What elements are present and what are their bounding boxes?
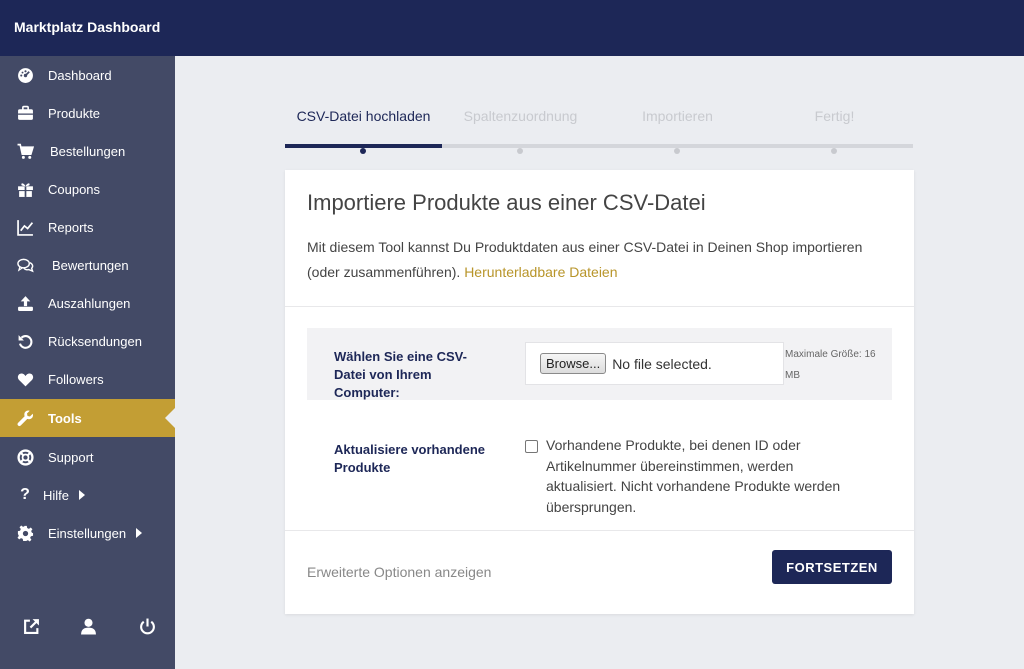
- browse-button[interactable]: Browse...: [540, 353, 607, 374]
- cart-icon: [15, 141, 35, 161]
- update-label: Aktualisiere vorhandene Produkte: [334, 442, 485, 475]
- chart-line-icon: [15, 217, 35, 237]
- sidebar-item-hilfe[interactable]: ? Hilfe: [0, 476, 175, 514]
- dashboard-icon: [15, 65, 35, 85]
- external-link-icon[interactable]: [21, 616, 41, 636]
- step-import: Importieren: [642, 108, 713, 124]
- continue-button[interactable]: FORTSETZEN: [772, 550, 892, 584]
- divider: [285, 530, 914, 531]
- sidebar-item-dashboard[interactable]: Dashboard: [0, 56, 175, 94]
- step-done: Fertig!: [814, 108, 855, 124]
- page-title: Importiere Produkte aus einer CSV-Datei: [307, 190, 706, 215]
- lifebuoy-icon: [15, 447, 35, 467]
- question-icon: ?: [20, 486, 30, 503]
- sidebar-item-bestellungen[interactable]: Bestellungen: [0, 132, 175, 170]
- user-icon[interactable]: [78, 616, 98, 636]
- sidebar-item-bewertungen[interactable]: Bewertungen: [0, 246, 175, 284]
- sidebar-item-produkte[interactable]: Produkte: [0, 94, 175, 132]
- sidebar-item-label: Einstellungen: [48, 525, 127, 541]
- gear-icon: [15, 523, 35, 543]
- step-dot-upload: [360, 148, 366, 154]
- step-upload: CSV-Datei hochladen: [296, 108, 431, 124]
- sidebar-item-label: Bestellungen: [50, 143, 126, 159]
- step-dot-import: [674, 148, 680, 154]
- heart-icon: [15, 369, 35, 389]
- sidebar-item-label: Followers: [48, 371, 104, 387]
- update-description: Vorhandene Produkte, bei denen ID oder A…: [546, 437, 841, 515]
- caret-right-icon: [136, 528, 143, 538]
- sidebar-item-label: Coupons: [48, 181, 101, 197]
- top-bar: Marktplatz Dashboard: [0, 0, 1024, 56]
- import-card: Importiere Produkte aus einer CSV-Datei …: [285, 170, 914, 614]
- max-size-hint: Maximale Größe: 16 MB: [785, 349, 876, 381]
- comments-icon: [15, 255, 35, 275]
- app-title: Marktplatz Dashboard: [14, 19, 161, 35]
- sidebar-item-einstellungen[interactable]: Einstellungen: [0, 514, 175, 552]
- sidebar-item-label: Auszahlungen: [48, 295, 131, 311]
- step-dot-done: [831, 148, 837, 154]
- upload-icon: [15, 293, 35, 313]
- sidebar-footer: [0, 610, 175, 642]
- sidebar-item-tools[interactable]: Tools: [0, 399, 175, 437]
- sidebar-item-auszahlungen[interactable]: Auszahlungen: [0, 284, 175, 322]
- file-input[interactable]: Browse... No file selected.: [525, 342, 784, 385]
- upload-row: Wählen Sie eine CSV-Datei von Ihrem Comp…: [307, 328, 892, 400]
- sidebar-item-ruecksendungen[interactable]: Rücksendungen: [0, 322, 175, 360]
- divider: [285, 306, 914, 307]
- update-existing-checkbox[interactable]: [525, 440, 538, 453]
- sidebar-item-label: Dashboard: [48, 67, 112, 83]
- sidebar-item-reports[interactable]: Reports: [0, 208, 175, 246]
- file-status: No file selected.: [612, 355, 712, 372]
- sidebar-item-coupons[interactable]: Coupons: [0, 170, 175, 208]
- undo-icon: [15, 331, 35, 351]
- advanced-options-link[interactable]: Erweiterte Optionen anzeigen: [307, 564, 491, 580]
- sidebar-item-label: Rücksendungen: [48, 333, 142, 349]
- sidebar-item-label: Produkte: [48, 105, 101, 121]
- upload-row-spacer: [512, 400, 892, 422]
- step-mapping: Spaltenzuordnung: [463, 108, 578, 124]
- sidebar-item-label: Support: [48, 449, 94, 465]
- gift-icon: [15, 179, 35, 199]
- sidebar-item-label: Tools: [48, 410, 82, 426]
- wrench-icon: [15, 408, 35, 428]
- upload-label: Wählen Sie eine CSV-Datei von Ihrem Comp…: [334, 349, 467, 400]
- sidebar: Dashboard Produkte Bestellungen Coupons …: [0, 56, 175, 669]
- step-dot-mapping: [517, 148, 523, 154]
- briefcase-icon: [15, 103, 35, 123]
- card-description: Mit diesem Tool kannst Du Produktdaten a…: [307, 235, 897, 285]
- sidebar-item-label: Bewertungen: [52, 257, 129, 273]
- downloadable-files-link[interactable]: Herunterladbare Dateien: [464, 264, 617, 280]
- sidebar-item-support[interactable]: Support: [0, 438, 175, 476]
- sidebar-item-label: Reports: [48, 219, 94, 235]
- power-icon[interactable]: [137, 616, 157, 636]
- sidebar-item-followers[interactable]: Followers: [0, 360, 175, 398]
- import-steps: CSV-Datei hochladen Spaltenzuordnung Imp…: [285, 108, 914, 154]
- sidebar-item-label: Hilfe: [43, 487, 70, 503]
- caret-right-icon: [79, 490, 86, 500]
